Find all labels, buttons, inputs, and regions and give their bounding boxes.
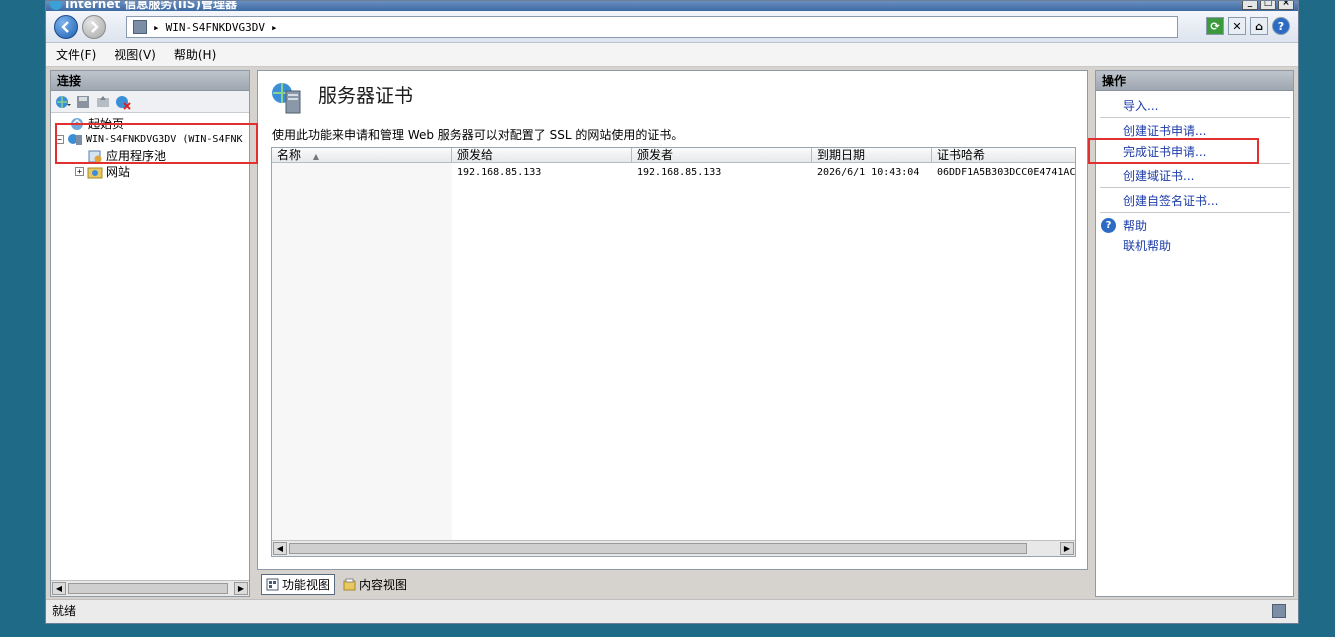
scroll-thumb[interactable] — [68, 583, 228, 594]
start-page-icon — [71, 117, 83, 130]
save-icon[interactable] — [75, 94, 91, 110]
collapse-icon[interactable]: − — [55, 134, 64, 144]
window-title-text: Internet 信息服务(IIS)管理器 — [65, 1, 237, 11]
tree-node-sites[interactable]: + 网站 — [75, 163, 130, 180]
grid-header: 名称 ▲ 颁发给 颁发者 到期日期 证书哈希 — [272, 148, 1075, 163]
actions-header: 操作 — [1096, 71, 1293, 91]
table-row[interactable]: 192.168.85.133 192.168.85.133 2026/6/1 1… — [272, 165, 1075, 181]
menu-bar: 文件(F) 视图(V) 帮助(H) — [46, 43, 1298, 67]
tree-label-app-pools: 应用程序池 — [106, 149, 167, 163]
sites-folder-icon — [87, 167, 103, 178]
connections-panel: 连接 起始页 − WIN-S4FNKDVG3DV (WIN-S4FNK 应用程序… — [50, 70, 250, 597]
action-online-help[interactable]: 联机帮助 — [1123, 237, 1171, 254]
action-complete-certificate-request[interactable]: 完成证书申请... — [1123, 143, 1206, 160]
grid-scroll-thumb[interactable] — [289, 543, 1027, 554]
tree-label-server: WIN-S4FNKDVG3DV (WIN-S4FNK — [86, 133, 243, 145]
tree-node-app-pools[interactable]: 应用程序池 — [87, 147, 166, 164]
iis-app-icon — [50, 1, 62, 10]
menu-view[interactable]: 视图(V) — [114, 46, 156, 63]
page-description: 使用此功能来申请和管理 Web 服务器可以对配置了 SSL 的网站使用的证书。 — [272, 128, 684, 142]
expand-icon[interactable]: + — [75, 167, 84, 176]
tree-node-start-page[interactable]: 起始页 — [69, 115, 124, 132]
breadcrumb-server[interactable]: WIN-S4FNKDVG3DV — [166, 21, 265, 34]
tab-content-view[interactable]: 内容视图 — [339, 575, 411, 594]
menu-help[interactable]: 帮助(H) — [174, 46, 216, 63]
action-create-domain-certificate[interactable]: 创建域证书... — [1123, 167, 1194, 184]
back-button[interactable] — [54, 15, 78, 39]
server-globe-icon — [68, 134, 82, 145]
action-create-self-signed-certificate[interactable]: 创建自签名证书... — [1123, 192, 1218, 209]
refresh-icon[interactable]: ⟳ — [1206, 17, 1224, 35]
view-tabs: 功能视图 内容视图 — [257, 572, 1088, 596]
tab-features-label: 功能视图 — [282, 577, 331, 592]
tab-content-label: 内容视图 — [359, 577, 408, 592]
tree-node-server[interactable]: − WIN-S4FNKDVG3DV (WIN-S4FNK — [55, 131, 243, 147]
action-divider — [1100, 117, 1290, 118]
help-icon[interactable]: ? — [1272, 17, 1290, 35]
stop-icon[interactable]: ✕ — [1228, 17, 1246, 35]
status-network-icon — [1272, 604, 1286, 618]
connect-globe-icon[interactable] — [55, 94, 71, 110]
title-bar: Internet 信息服务(IIS)管理器 _ □ × — [46, 1, 1298, 11]
server-certificates-panel: 服务器证书 使用此功能来申请和管理 Web 服务器可以对配置了 SSL 的网站使… — [257, 70, 1088, 570]
content-view-icon — [343, 578, 356, 590]
up-level-icon[interactable] — [95, 94, 111, 110]
menu-file[interactable]: 文件(F) — [56, 46, 96, 63]
sort-ascending-icon: ▲ — [312, 152, 319, 161]
status-bar: 就绪 — [46, 599, 1298, 623]
column-header-issued-by[interactable]: 颁发者 — [632, 148, 812, 163]
back-arrow-icon — [61, 21, 69, 33]
actions-panel: 操作 导入... 创建证书申请... 完成证书申请... 创建域证书... 创建… — [1095, 70, 1294, 597]
connections-toolbar — [51, 91, 249, 113]
help-icon: ? — [1101, 218, 1116, 233]
app-pool-icon — [88, 150, 102, 162]
features-view-icon — [266, 578, 279, 590]
navigation-bar: ▸ WIN-S4FNKDVG3DV ▸ ⟳ ✕ ⌂ ? — [46, 11, 1298, 43]
close-button[interactable]: × — [1278, 1, 1294, 10]
cell-expiry: 2026/6/1 10:43:04 — [817, 167, 920, 178]
action-create-certificate-request[interactable]: 创建证书申请... — [1123, 122, 1206, 139]
grid-scroll-right-arrow-icon[interactable]: ▶ — [1060, 542, 1074, 555]
column-name-label: 名称 — [277, 148, 302, 162]
action-import[interactable]: 导入... — [1123, 97, 1158, 114]
maximize-button[interactable]: □ — [1260, 1, 1276, 10]
window-title: Internet 信息服务(IIS)管理器 — [50, 1, 237, 11]
breadcrumb-dropdown-arrow[interactable]: ▸ — [271, 21, 278, 34]
grid-scroll-left-arrow-icon[interactable]: ◀ — [273, 542, 287, 555]
connections-header: 连接 — [51, 71, 249, 91]
cell-issued-by: 192.168.85.133 — [637, 167, 722, 178]
action-divider — [1100, 187, 1290, 188]
column-header-expiry[interactable]: 到期日期 — [812, 148, 932, 163]
scroll-right-arrow-icon[interactable]: ▶ — [234, 582, 248, 595]
server-icon — [133, 20, 147, 34]
grid-horizontal-scrollbar[interactable]: ◀ ▶ — [272, 540, 1075, 556]
iis-manager-window: Internet 信息服务(IIS)管理器 _ □ × ▸ WIN-S4FNKD… — [45, 0, 1299, 624]
minimize-button[interactable]: _ — [1242, 1, 1258, 10]
page-title: 服务器证书 — [318, 85, 414, 107]
column-header-hash[interactable]: 证书哈希 — [932, 148, 1075, 163]
toolbar-icons: ⟳ ✕ ⌂ ? — [1206, 17, 1290, 35]
disconnect-icon[interactable] — [115, 94, 131, 110]
forward-arrow-icon — [91, 21, 99, 33]
connections-horizontal-scrollbar[interactable]: ◀ ▶ — [51, 580, 249, 596]
certificates-grid: 名称 ▲ 颁发给 颁发者 到期日期 证书哈希 192.168.85.133 19… — [271, 147, 1076, 557]
tab-features-view[interactable]: 功能视图 — [261, 573, 336, 595]
tree-label-sites: 网站 — [106, 165, 131, 179]
column-header-issued-to[interactable]: 颁发给 — [452, 148, 632, 163]
address-bar[interactable]: ▸ WIN-S4FNKDVG3DV ▸ — [126, 16, 1178, 38]
status-text: 就绪 — [52, 604, 77, 618]
name-column-shade — [272, 163, 452, 543]
cell-hash: 06DDF1A5B303DCC0E4741AC — [937, 167, 1076, 178]
cell-issued-to: 192.168.85.133 — [457, 167, 542, 178]
server-certificates-icon — [272, 83, 301, 114]
breadcrumb-separator: ▸ — [153, 20, 160, 34]
action-divider — [1100, 212, 1290, 213]
forward-button[interactable] — [82, 15, 106, 39]
action-divider — [1100, 163, 1290, 164]
column-header-name[interactable]: 名称 ▲ — [272, 148, 452, 163]
home-icon[interactable]: ⌂ — [1250, 17, 1268, 35]
scroll-left-arrow-icon[interactable]: ◀ — [52, 582, 66, 595]
tree-label-start-page: 起始页 — [88, 117, 125, 131]
action-help[interactable]: 帮助 — [1123, 217, 1147, 234]
